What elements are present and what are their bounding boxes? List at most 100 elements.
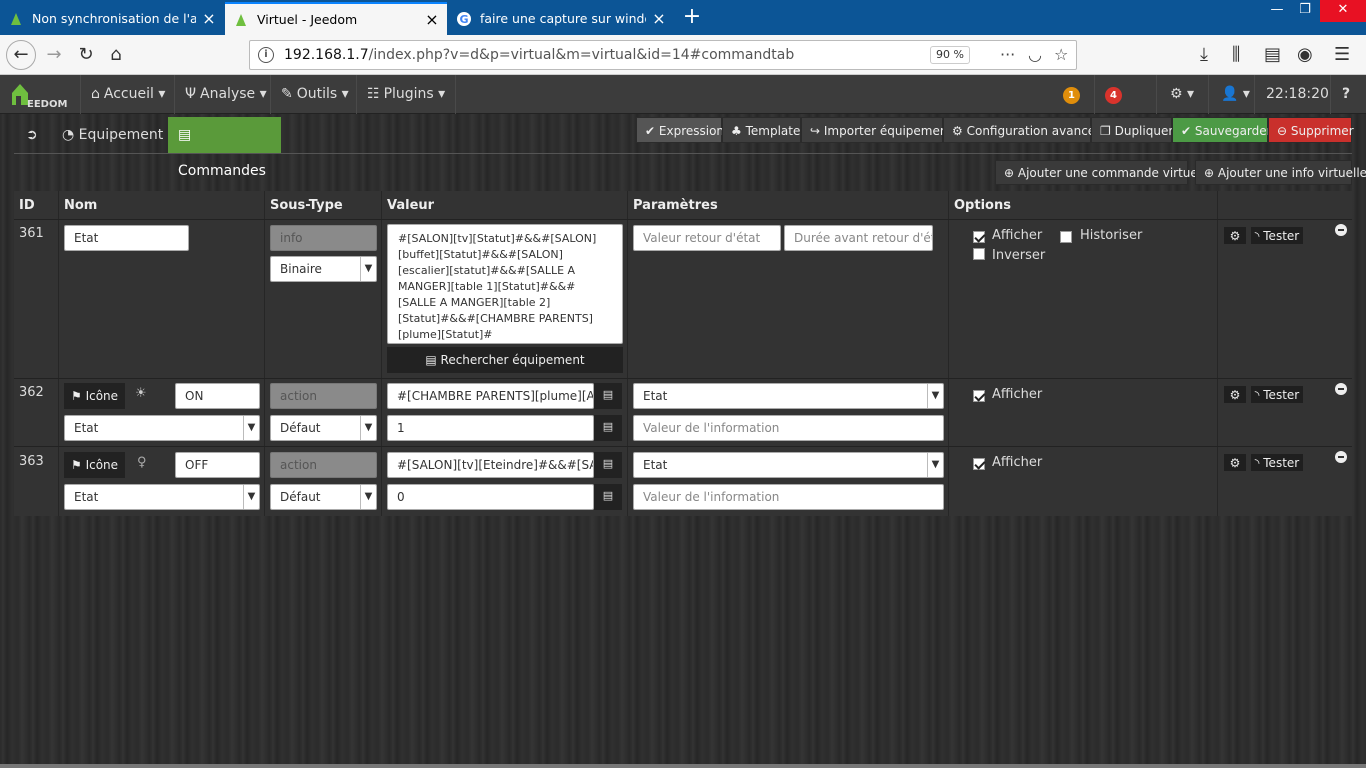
browser-tab-forum[interactable]: Non synchronisation de l'allum × <box>0 2 224 35</box>
command-name-input[interactable]: OFF <box>175 452 260 478</box>
chevron-down-icon: ▼ <box>927 453 943 477</box>
browser-tab-virtuel[interactable]: Virtuel - Jeedom × <box>225 2 447 35</box>
menu-icon[interactable]: ☰ <box>1334 44 1350 65</box>
library-icon[interactable]: ⫼ <box>1232 44 1240 65</box>
svg-text:EEDOM: EEDOM <box>27 99 67 109</box>
remove-command-icon[interactable] <box>1335 224 1347 236</box>
linked-info-select[interactable]: Etat ▼ <box>64 484 260 510</box>
page-actions-icon[interactable]: ··· <box>1000 45 1015 64</box>
value-textarea[interactable]: #[SALON][tv][Statut]#&&#[SALON][buffet][… <box>387 224 623 344</box>
info-icon[interactable]: i <box>258 47 274 63</box>
configure-cogs-button[interactable]: ⚙ <box>1223 226 1247 245</box>
menu-outils[interactable]: ✎ Outils ▾ <box>270 75 359 114</box>
information-value-input[interactable]: Valeur de l'information <box>633 484 944 510</box>
linked-info-select[interactable]: Etat ▼ <box>64 415 260 441</box>
value-input-2[interactable]: 1 <box>387 415 594 441</box>
subtype-select[interactable]: Défaut ▼ <box>270 484 377 510</box>
bookmark-star-icon[interactable]: ☆ <box>1054 45 1068 64</box>
subtype-select[interactable]: Défaut ▼ <box>270 415 377 441</box>
back-arrow-button[interactable]: ➲ <box>16 117 48 153</box>
back-button[interactable]: ← <box>6 40 36 70</box>
return-state-delay-input[interactable]: Durée avant retour d'état <box>784 225 933 251</box>
close-tab-icon[interactable]: × <box>652 9 666 28</box>
minimize-button[interactable]: — <box>1262 0 1292 22</box>
jeedom-favicon-icon <box>236 13 246 26</box>
flag-icon: ⚑ <box>70 458 82 472</box>
menu-plugins[interactable]: ☷ Plugins ▾ <box>356 75 457 114</box>
header-options: Options <box>954 198 1011 213</box>
test-button[interactable]: ◝ Tester <box>1250 453 1304 472</box>
url-text[interactable]: 192.168.1.7/index.php?v=d&p=virtual&m=vi… <box>284 47 794 63</box>
pocket-icon[interactable]: ◡ <box>1028 45 1042 64</box>
browser-tab-google[interactable]: G faire une capture sur window8 × <box>448 2 674 35</box>
messages-badge[interactable]: 1 <box>1063 87 1080 104</box>
row-362-id: 362 <box>19 385 44 400</box>
close-tab-icon[interactable]: × <box>202 9 216 28</box>
list-alt-icon[interactable]: ▤ <box>594 452 622 478</box>
command-name-input[interactable]: ON <box>175 383 260 409</box>
list-alt-icon[interactable]: ▤ <box>594 484 622 510</box>
template-button[interactable]: ♣ Template <box>722 117 801 143</box>
import-equipment-button[interactable]: ↪ Importer équipement <box>801 117 952 143</box>
url-bar[interactable]: i 192.168.1.7/index.php?v=d&p=virtual&m=… <box>249 40 1077 70</box>
value-input[interactable]: #[CHAMBRE PARENTS][plume][Allum <box>387 383 594 409</box>
remove-command-icon[interactable] <box>1335 451 1347 463</box>
save-button[interactable]: ✔ Sauvegarder <box>1172 117 1272 143</box>
settings-gear-icon[interactable]: ⚙ ▾ <box>1170 75 1194 114</box>
add-virtual-command-button[interactable]: ⊕ Ajouter une commande virtuelle <box>995 160 1212 185</box>
home-icon[interactable]: ⌂ <box>102 41 130 69</box>
help-icon[interactable]: ? <box>1342 75 1350 114</box>
add-virtual-info-button[interactable]: ⊕ Ajouter une info virtuelle <box>1195 160 1366 185</box>
subtype-select[interactable]: Binaire ▼ <box>270 256 377 282</box>
row-divider <box>14 446 1352 447</box>
configure-cogs-button[interactable]: ⚙ <box>1223 385 1247 404</box>
icon-picker-button[interactable]: ⚑ Icône <box>64 383 125 409</box>
menu-accueil[interactable]: ⌂ Accueil ▾ <box>80 75 175 114</box>
icon-picker-button[interactable]: ⚑ Icône <box>64 452 125 478</box>
list-alt-icon[interactable]: ▤ <box>594 383 622 409</box>
tab-equipement[interactable]: ◔ Equipement <box>52 117 173 153</box>
tab-commandes[interactable]: ▤ Commandes <box>168 117 281 179</box>
zoom-indicator[interactable]: 90 % <box>930 46 970 64</box>
sidebar-icon[interactable]: ▤ <box>1264 44 1281 65</box>
delete-button[interactable]: ⊖ Supprimer <box>1268 117 1354 143</box>
search-equipment-button[interactable]: ▤ Rechercher équipement <box>387 347 623 373</box>
jeedom-logo[interactable]: EEDOM <box>10 81 68 109</box>
user-icon[interactable]: 👤 ▾ <box>1221 75 1250 114</box>
new-tab-button[interactable]: + <box>680 4 704 29</box>
list-alt-icon: ▤ <box>178 127 192 143</box>
rss-icon: ◝ <box>1254 229 1260 243</box>
maximize-button[interactable]: ❐ <box>1290 0 1320 22</box>
afficher-checkbox[interactable] <box>973 231 985 243</box>
download-icon[interactable]: ⤓ <box>1200 44 1208 65</box>
close-tab-icon[interactable]: × <box>425 10 439 29</box>
account-icon[interactable]: ◉ <box>1297 44 1313 65</box>
remove-command-icon[interactable] <box>1335 383 1347 395</box>
cogs-icon: ⚙ <box>952 124 963 138</box>
menu-analyse[interactable]: Ψ Analyse ▾ <box>174 75 277 114</box>
parameter-select[interactable]: Etat ▼ <box>633 452 944 478</box>
information-value-input[interactable]: Valeur de l'information <box>633 415 944 441</box>
test-button[interactable]: ◝ Tester <box>1250 226 1304 245</box>
configure-cogs-button[interactable]: ⚙ <box>1223 453 1247 472</box>
close-window-button[interactable]: ✕ <box>1320 0 1366 22</box>
test-button[interactable]: ◝ Tester <box>1250 385 1304 404</box>
alerts-badge[interactable]: 4 <box>1105 87 1122 104</box>
parameter-select[interactable]: Etat ▼ <box>633 383 944 409</box>
value-input-2[interactable]: 0 <box>387 484 594 510</box>
afficher-checkbox[interactable] <box>973 458 985 470</box>
list-alt-icon[interactable]: ▤ <box>594 415 622 441</box>
advanced-config-button[interactable]: ⚙ Configuration avancée <box>943 117 1103 143</box>
afficher-checkbox[interactable] <box>973 390 985 402</box>
return-state-value-input[interactable]: Valeur retour d'état <box>633 225 781 251</box>
row-divider <box>14 219 1352 220</box>
duplicate-button[interactable]: ❐ Dupliquer <box>1091 117 1173 143</box>
value-input[interactable]: #[SALON][tv][Eteindre]#&&#[SALON] <box>387 452 594 478</box>
historiser-checkbox[interactable] <box>1060 231 1072 243</box>
inverser-checkbox[interactable] <box>973 248 985 260</box>
expression-button[interactable]: ✔ Expression <box>636 117 724 143</box>
forward-button[interactable]: → <box>40 41 68 69</box>
reload-button[interactable]: ↻ <box>72 41 100 69</box>
row-361-id: 361 <box>19 226 44 241</box>
command-name-input[interactable]: Etat <box>64 225 189 251</box>
